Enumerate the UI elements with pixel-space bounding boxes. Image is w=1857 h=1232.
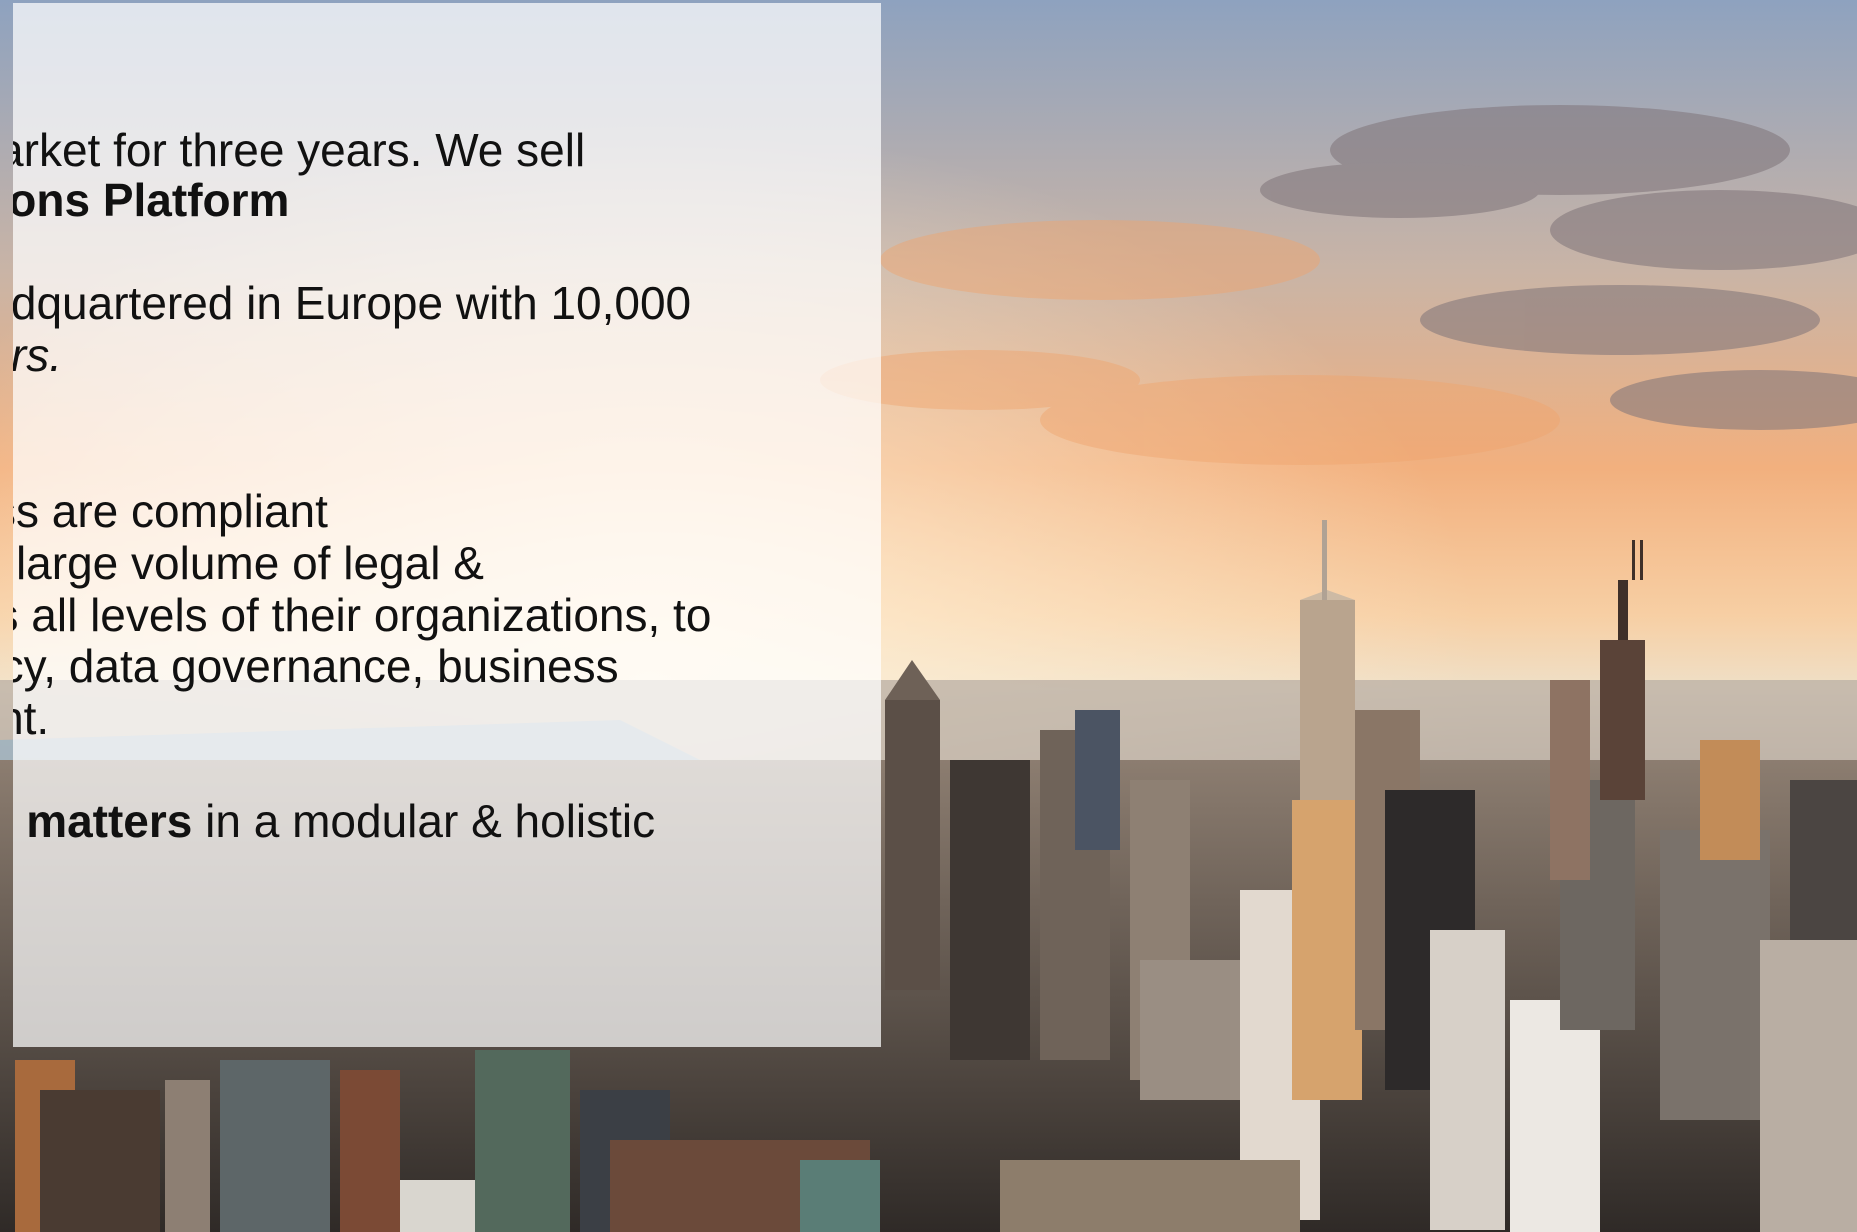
text-line-platform: perations Platform bbox=[13, 174, 289, 226]
text-line-10-rest: in a modular & holistic bbox=[192, 795, 656, 847]
text-line-management: gement. bbox=[13, 692, 49, 744]
text-line-market: the market for three years. We sell bbox=[13, 124, 585, 176]
text-line-2: perations Platform bbox=[13, 174, 290, 226]
text-line-report: report large volume of legal & bbox=[13, 537, 484, 589]
text-line-3: e, headquartered in Europe with 10,000 bbox=[13, 277, 692, 329]
text-overlay-panel: the market for three years. We sell pera… bbox=[13, 3, 881, 1047]
text-line-10-bold: liance matters bbox=[13, 795, 193, 847]
text-line-compliant: usiness are compliant bbox=[13, 485, 328, 537]
text-line-compliance-matters: liance matters in a modular & holistic bbox=[13, 795, 655, 847]
text-line-organizations: across all levels of their organizations… bbox=[13, 589, 711, 641]
text-line-9: gement. bbox=[13, 692, 50, 744]
text-line-5: usiness are compliant bbox=[13, 485, 328, 537]
text-line-headquarters: e, headquartered in Europe with 10,000 bbox=[13, 277, 691, 329]
text-line-1: the market for three years. We sell bbox=[13, 124, 586, 176]
text-line-governance: parency, data governance, business bbox=[13, 640, 619, 692]
text-line-4: Leaders. bbox=[13, 329, 63, 381]
text-line-8: parency, data governance, business bbox=[13, 640, 619, 692]
text-line-6: report large volume of legal & bbox=[13, 537, 484, 589]
text-line-7: across all levels of their organizations… bbox=[13, 589, 712, 641]
text-line-leaders: Leaders. bbox=[13, 329, 62, 381]
